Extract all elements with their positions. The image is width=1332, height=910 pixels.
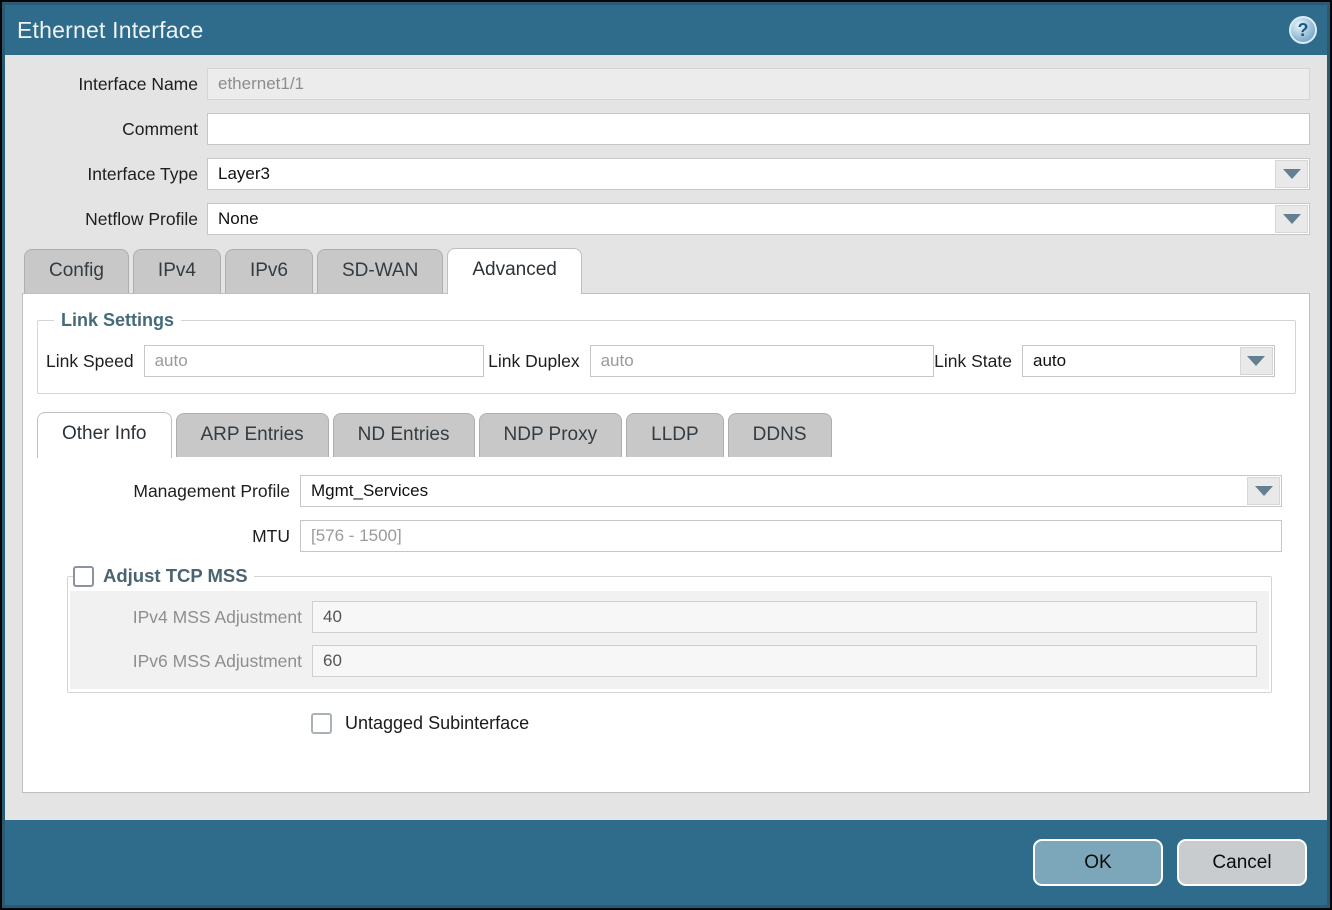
link-settings-legend: Link Settings: [54, 310, 181, 331]
netflow-profile-dropdown-button[interactable]: [1275, 205, 1308, 233]
interface-type-row: Interface Type Layer3: [22, 158, 1310, 190]
ok-button[interactable]: OK: [1033, 839, 1163, 886]
interface-type-label: Interface Type: [22, 164, 207, 185]
mss-disabled-area: IPv4 MSS Adjustment IPv6 MSS Adjustment: [70, 591, 1269, 689]
link-duplex-group: Link Duplex: [488, 345, 832, 377]
tab-sd-wan[interactable]: SD-WAN: [317, 249, 443, 293]
subtab-other-info[interactable]: Other Info: [37, 412, 172, 458]
link-state-dropdown[interactable]: auto: [1022, 345, 1275, 377]
netflow-profile-label: Netflow Profile: [22, 209, 207, 230]
tab-ipv4[interactable]: IPv4: [133, 249, 221, 293]
link-duplex-field[interactable]: [590, 345, 934, 377]
ipv4-mss-field: [312, 601, 1257, 633]
interface-type-dropdown-button[interactable]: [1275, 160, 1308, 188]
ipv6-mss-row: IPv6 MSS Adjustment: [70, 645, 1257, 677]
ipv4-mss-row: IPv4 MSS Adjustment: [70, 601, 1257, 633]
interface-name-row: Interface Name: [22, 68, 1310, 100]
link-settings-row: Link Speed Link Duplex Link State auto: [46, 337, 1287, 377]
chevron-down-icon: [1283, 214, 1301, 224]
tab-advanced[interactable]: Advanced: [447, 248, 582, 294]
interface-name-label: Interface Name: [22, 74, 207, 95]
untagged-subinterface-label: Untagged Subinterface: [345, 713, 529, 734]
link-state-dropdown-button[interactable]: [1240, 347, 1273, 375]
chevron-down-icon: [1283, 169, 1301, 179]
ipv6-mss-label: IPv6 MSS Adjustment: [70, 651, 312, 672]
subtab-ndp-proxy[interactable]: NDP Proxy: [479, 413, 623, 457]
link-settings-fieldset: Link Settings Link Speed Link Duplex Lin…: [37, 310, 1296, 394]
link-state-label: Link State: [934, 351, 1022, 372]
advanced-tab-panel: Link Settings Link Speed Link Duplex Lin…: [22, 293, 1310, 793]
mtu-label: MTU: [23, 526, 300, 547]
ipv6-mss-field: [312, 645, 1257, 677]
subtab-nd-entries[interactable]: ND Entries: [333, 413, 475, 457]
ethernet-interface-dialog: Ethernet Interface ? Interface Name Comm…: [0, 0, 1332, 910]
interface-type-dropdown[interactable]: Layer3: [207, 158, 1310, 190]
interface-name-field: [207, 68, 1310, 100]
netflow-profile-row: Netflow Profile None: [22, 203, 1310, 235]
untagged-subinterface-row: Untagged Subinterface: [311, 713, 1309, 734]
link-speed-label: Link Speed: [46, 351, 144, 372]
tab-config[interactable]: Config: [24, 249, 129, 293]
link-duplex-label: Link Duplex: [488, 351, 589, 372]
mtu-row: MTU: [23, 520, 1282, 552]
mtu-field[interactable]: [300, 520, 1282, 552]
comment-row: Comment: [22, 113, 1310, 145]
dialog-frame: Ethernet Interface ? Interface Name Comm…: [2, 2, 1330, 908]
netflow-profile-dropdown[interactable]: None: [207, 203, 1310, 235]
dialog-body: Interface Name Comment Interface Type La…: [5, 55, 1327, 820]
adjust-tcp-mss-legend: Adjust TCP MSS: [73, 565, 254, 587]
adjust-tcp-mss-checkbox[interactable]: [73, 566, 94, 587]
adjust-tcp-mss-legend-text: Adjust TCP MSS: [103, 565, 248, 587]
subtab-arp-entries[interactable]: ARP Entries: [176, 413, 329, 457]
link-state-group: Link State auto: [934, 345, 1275, 377]
main-tab-strip: Config IPv4 IPv6 SD-WAN Advanced: [22, 248, 1310, 293]
dialog-title: Ethernet Interface: [17, 17, 203, 44]
comment-label: Comment: [22, 119, 207, 140]
adjust-tcp-mss-fieldset: Adjust TCP MSS IPv4 MSS Adjustment IPv6 …: [67, 565, 1272, 693]
management-profile-label: Management Profile: [23, 481, 300, 502]
interface-type-value: Layer3: [208, 159, 1274, 189]
help-icon[interactable]: ?: [1289, 16, 1317, 44]
link-speed-field[interactable]: [144, 345, 485, 377]
management-profile-dropdown-button[interactable]: [1247, 477, 1280, 505]
chevron-down-icon: [1255, 486, 1273, 496]
netflow-profile-value: None: [208, 204, 1274, 234]
link-state-value: auto: [1023, 346, 1239, 376]
chevron-down-icon: [1247, 356, 1265, 366]
footer-bar: OK Cancel: [5, 820, 1327, 905]
other-info-panel: Management Profile Mgmt_Services MTU: [23, 457, 1309, 734]
subtab-lldp[interactable]: LLDP: [626, 413, 724, 457]
cancel-button[interactable]: Cancel: [1177, 839, 1307, 886]
management-profile-dropdown[interactable]: Mgmt_Services: [300, 475, 1282, 507]
comment-field[interactable]: [207, 113, 1310, 145]
link-speed-group: Link Speed: [46, 345, 387, 377]
management-profile-value: Mgmt_Services: [301, 476, 1246, 506]
management-profile-row: Management Profile Mgmt_Services: [23, 475, 1282, 507]
title-bar: Ethernet Interface ?: [5, 5, 1327, 55]
sub-tab-strip: Other Info ARP Entries ND Entries NDP Pr…: [23, 412, 1309, 457]
ipv4-mss-label: IPv4 MSS Adjustment: [70, 607, 312, 628]
tab-ipv6[interactable]: IPv6: [225, 249, 313, 293]
untagged-subinterface-checkbox[interactable]: [311, 713, 332, 734]
subtab-ddns[interactable]: DDNS: [728, 413, 832, 457]
